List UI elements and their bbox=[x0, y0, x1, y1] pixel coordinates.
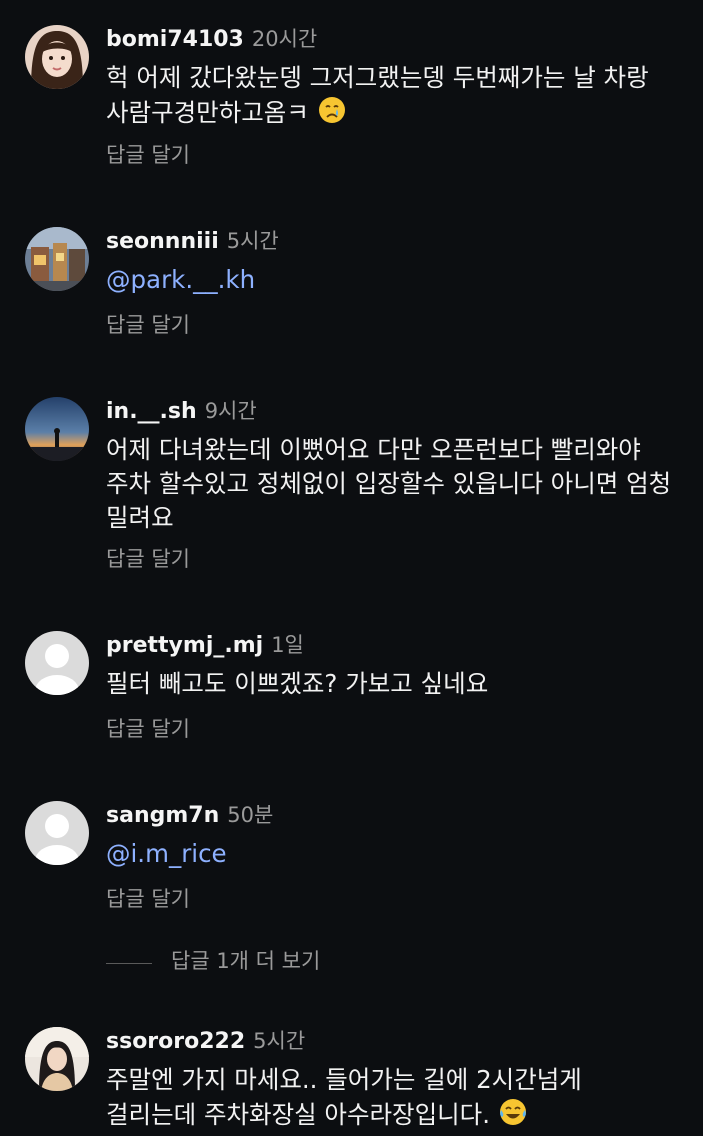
view-more-replies-button[interactable]: 답글 1개 더 보기 bbox=[106, 946, 320, 976]
comment-body: 어제 다녀왔는데 이뻤어요 다만 오픈런보다 빨리와야 주차 할수있고 정체없이… bbox=[106, 435, 672, 532]
avatar[interactable] bbox=[25, 227, 89, 291]
reply-button[interactable]: 답글 달기 bbox=[106, 140, 190, 170]
comment-text: 필터 빼고도 이쁘겠죠? 가보고 싶네요 bbox=[106, 667, 676, 701]
mention-link[interactable]: @i.m_rice bbox=[106, 839, 227, 868]
crying-face-icon bbox=[317, 95, 347, 125]
username[interactable]: ssororo222 bbox=[106, 1029, 245, 1054]
timestamp: 1일 bbox=[271, 633, 304, 657]
tears-of-joy-icon bbox=[498, 1097, 528, 1127]
avatar[interactable] bbox=[25, 801, 89, 865]
avatar[interactable] bbox=[25, 631, 89, 695]
avatar[interactable] bbox=[25, 25, 89, 89]
reply-button[interactable]: 답글 달기 bbox=[106, 714, 190, 744]
comment-header: seonnniii 5시간 bbox=[106, 226, 279, 256]
timestamp: 50분 bbox=[227, 803, 274, 827]
timestamp: 9시간 bbox=[204, 399, 257, 423]
reply-button[interactable]: 답글 달기 bbox=[106, 310, 190, 340]
comment-text: @park.__.kh bbox=[106, 263, 676, 297]
view-more-replies-label[interactable]: 답글 1개 더 보기 bbox=[171, 949, 320, 973]
username[interactable]: in.__.sh bbox=[106, 399, 197, 424]
comment-text: 헉 어제 갔다왔눈뎅 그저그랬는뎅 두번째가는 날 차랑 사람구경만하고옴ㅋ bbox=[106, 61, 676, 130]
comment-header: ssororo222 5시간 bbox=[106, 1026, 305, 1056]
comment-body: 헉 어제 갔다왔눈뎅 그저그랬는뎅 두번째가는 날 차랑 사람구경만하고옴ㅋ bbox=[106, 63, 649, 127]
timestamp: 5시간 bbox=[226, 229, 279, 253]
reply-button[interactable]: 답글 달기 bbox=[106, 544, 190, 574]
timestamp: 5시간 bbox=[253, 1029, 306, 1053]
comment-text: @i.m_rice bbox=[106, 837, 676, 871]
avatar[interactable] bbox=[25, 397, 89, 461]
comment-text: 어제 다녀왔는데 이뻤어요 다만 오픈런보다 빨리와야 주차 할수있고 정체없이… bbox=[106, 433, 676, 535]
comment-body: 필터 빼고도 이쁘겠죠? 가보고 싶네요 bbox=[106, 669, 489, 698]
username[interactable]: sangm7n bbox=[106, 803, 219, 828]
avatar[interactable] bbox=[25, 1027, 89, 1091]
username[interactable]: bomi74103 bbox=[106, 27, 244, 52]
comment-header: sangm7n 50분 bbox=[106, 800, 273, 830]
comment-header: prettymj_.mj 1일 bbox=[106, 630, 304, 660]
username[interactable]: prettymj_.mj bbox=[106, 633, 263, 658]
comment-text: 주말엔 가지 마세요.. 들어가는 길에 2시간넘게 걸리는데 주차화장실 아수… bbox=[106, 1063, 676, 1132]
comment-header: bomi74103 20시간 bbox=[106, 24, 317, 54]
timestamp: 20시간 bbox=[251, 27, 318, 51]
comment-header: in.__.sh 9시간 bbox=[106, 396, 257, 426]
reply-button[interactable]: 답글 달기 bbox=[106, 884, 190, 914]
divider-line bbox=[106, 963, 152, 964]
username[interactable]: seonnniii bbox=[106, 229, 219, 254]
mention-link[interactable]: @park.__.kh bbox=[106, 265, 255, 294]
